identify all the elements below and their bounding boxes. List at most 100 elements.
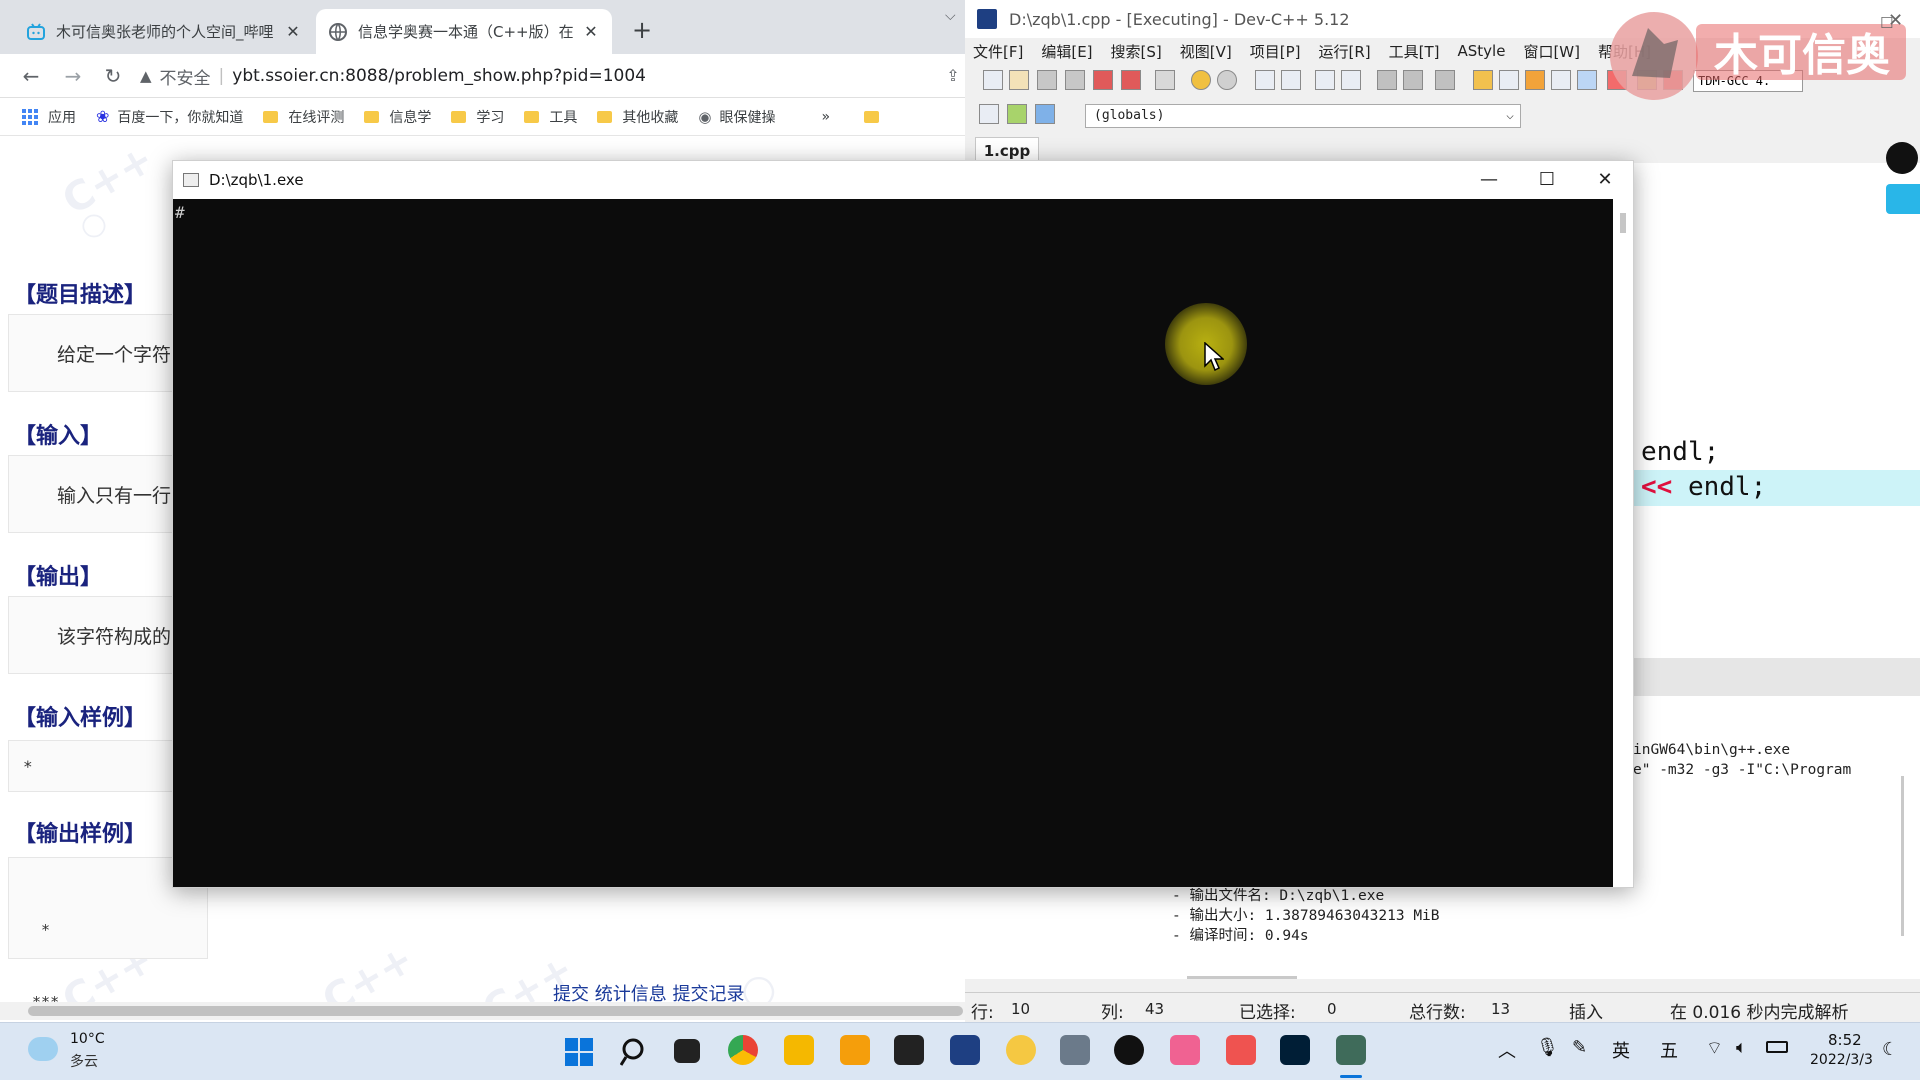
tab-ybt[interactable]: 信息学奥赛一本通（C++版）在线 ✕ (316, 9, 612, 54)
console-taskbar-icon[interactable] (1336, 1035, 1366, 1065)
share-icon[interactable]: ⇪ (940, 64, 965, 90)
bilibili-icon (27, 22, 45, 40)
wifi-icon[interactable]: ⌔ (1706, 1037, 1723, 1060)
compile-run-icon[interactable] (1525, 70, 1545, 90)
menu-run[interactable]: 运行[R] (1318, 41, 1370, 62)
weather-description[interactable]: 多云 (70, 1051, 98, 1071)
bookmark-folder[interactable]: 信息学 (364, 107, 431, 127)
devcpp-taskbar-icon[interactable] (950, 1035, 980, 1065)
ime-wubi[interactable]: 五 (1660, 1037, 1678, 1063)
ime-mode[interactable]: 英 (1612, 1037, 1630, 1063)
find-icon[interactable] (1255, 70, 1275, 90)
pen-icon[interactable]: ✎ (1572, 1037, 1587, 1058)
scrollbar-thumb[interactable] (1620, 213, 1626, 233)
goto-icon[interactable] (1007, 104, 1027, 124)
redo-icon[interactable] (1217, 70, 1237, 90)
close-button[interactable]: ✕ (1576, 161, 1634, 199)
undo-icon[interactable] (1191, 70, 1211, 90)
search-icon[interactable] (620, 1037, 650, 1067)
bookmark-folder[interactable]: 学习 (451, 107, 504, 127)
lightbulb-icon[interactable] (1886, 142, 1918, 174)
menu-edit[interactable]: 编辑[E] (1041, 41, 1092, 62)
devcpp-close-button[interactable]: ✕ (1888, 10, 1903, 31)
new-file-icon[interactable] (983, 70, 1003, 90)
menu-search[interactable]: 搜索[S] (1111, 41, 1162, 62)
scrollbar-thumb[interactable] (28, 1006, 963, 1016)
add-to-project-icon[interactable] (979, 104, 999, 124)
calculator-icon[interactable] (1060, 1035, 1090, 1065)
notification-moon-icon[interactable]: ☾ (1882, 1039, 1898, 1060)
menu-astyle[interactable]: AStyle (1458, 42, 1506, 60)
clock-time[interactable]: 8:52 (1828, 1031, 1862, 1049)
save-all-icon[interactable] (1065, 70, 1085, 90)
volume-icon[interactable]: 🔈︎ (1736, 1037, 1747, 1058)
log-scrollbar[interactable] (1187, 976, 1297, 979)
forward-icon[interactable]: → (60, 64, 86, 90)
lemon-app-icon[interactable] (1006, 1035, 1036, 1065)
file-explorer-icon[interactable] (784, 1035, 814, 1065)
rebuild-icon[interactable] (1551, 70, 1571, 90)
check-syntax-icon[interactable] (1577, 70, 1597, 90)
section-sample-output: 【输出样例】 (14, 822, 147, 847)
bookmark-folder[interactable]: 其他收藏 (597, 107, 678, 127)
windows-start-icon[interactable] (564, 1037, 594, 1067)
reload-icon[interactable]: ↻ (100, 64, 126, 90)
scope-dropdown[interactable]: (globals) ⌵ (1085, 104, 1521, 128)
menu-view[interactable]: 视图[V] (1180, 41, 1232, 62)
back-icon[interactable]: ← (18, 64, 44, 90)
bookmark-apps[interactable]: 应用 (22, 107, 76, 127)
video-app-icon[interactable] (1170, 1035, 1200, 1065)
bookmark-folder[interactable]: 在线评测 (263, 107, 344, 127)
slides-app-icon[interactable] (1226, 1035, 1256, 1065)
replace-icon[interactable] (1281, 70, 1301, 90)
minimize-button[interactable]: — (1460, 161, 1518, 199)
menu-file[interactable]: 文件[F] (973, 41, 1023, 62)
new-tab-button[interactable]: + (628, 16, 656, 44)
baidu-paw-icon: ❀ (96, 107, 110, 126)
open-icon[interactable] (1009, 70, 1029, 90)
url-text: ybt.ssoier.cn:8088/problem_show.php?pid=… (232, 66, 646, 86)
back-icon[interactable] (1377, 70, 1397, 90)
bookmark-icon[interactable] (1435, 70, 1455, 90)
close-all-icon[interactable] (1121, 70, 1141, 90)
chevron-up-icon[interactable]: ︿ (1498, 1037, 1516, 1063)
save-icon[interactable] (1037, 70, 1057, 90)
side-widget-icon[interactable] (1886, 184, 1920, 214)
tab-bilibili[interactable]: 木可信奥张老师的个人空间_哔哩 ✕ (14, 9, 314, 54)
forward-icon[interactable] (1403, 70, 1423, 90)
address-bar[interactable]: ▲ 不安全 | ybt.ssoier.cn:8088/problem_show.… (140, 60, 960, 92)
photoshop-icon[interactable] (1280, 1035, 1310, 1065)
console-window[interactable]: D:\zqb\1.exe — ☐ ✕ # (172, 160, 1634, 888)
menu-tools[interactable]: 工具[T] (1389, 41, 1440, 62)
close-icon[interactable]: ✕ (582, 22, 600, 41)
close-file-icon[interactable] (1093, 70, 1113, 90)
console-output[interactable]: # (173, 199, 1613, 887)
bookmark-baidu[interactable]: ❀ 百度一下，你就知道 (96, 107, 243, 127)
microphone-icon[interactable]: 🎙︎ (1536, 1037, 1559, 1058)
indent-icon[interactable] (1315, 70, 1335, 90)
bookmark-folder[interactable]: 工具 (524, 107, 577, 127)
maximize-button[interactable]: ☐ (1518, 161, 1576, 199)
menu-window[interactable]: 窗口[W] (1523, 41, 1580, 62)
unindent-icon[interactable] (1341, 70, 1361, 90)
console-scrollbar[interactable] (1613, 199, 1633, 887)
bookmarks-overflow-button[interactable]: » (822, 109, 831, 125)
bookmark-eye-exercise[interactable]: ◉ 眼保健操 (698, 107, 775, 127)
notes-app-icon[interactable] (840, 1035, 870, 1065)
run-icon[interactable] (1499, 70, 1519, 90)
lightbulb-app-icon[interactable] (1114, 1035, 1144, 1065)
sublime-text-icon[interactable] (894, 1035, 924, 1065)
weather-cloud-icon[interactable] (28, 1037, 58, 1061)
log-vscrollbar[interactable] (1901, 776, 1904, 936)
print-icon[interactable] (1155, 70, 1175, 90)
weather-temperature[interactable]: 10°C (70, 1031, 105, 1047)
clock-date[interactable]: 2022/3/3 (1810, 1052, 1873, 1068)
compile-icon[interactable] (1473, 70, 1493, 90)
chrome-icon[interactable] (728, 1035, 758, 1065)
task-view-icon[interactable] (674, 1039, 700, 1063)
menu-project[interactable]: 项目[P] (1250, 41, 1301, 62)
class-browser-icon[interactable] (1035, 104, 1055, 124)
close-icon[interactable]: ✕ (284, 22, 302, 41)
battery-icon[interactable] (1766, 1041, 1788, 1053)
chevron-down-icon[interactable]: ⌵ (945, 8, 956, 24)
